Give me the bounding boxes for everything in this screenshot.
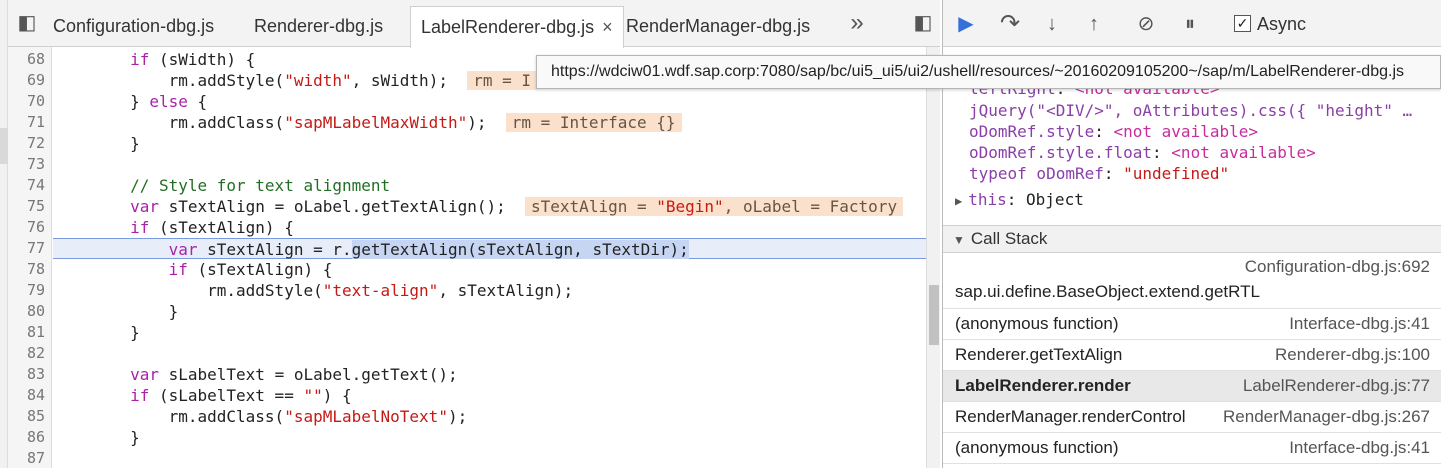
code-line[interactable]: } [53, 133, 926, 154]
scope-this-row[interactable]: ▶ this: Object [955, 189, 1084, 211]
async-label: Async [1257, 14, 1307, 34]
line-number[interactable]: 72 [27, 133, 45, 154]
watch-expression[interactable]: jQuery("<DIV/>", oAttributes).css({ "hei… [969, 100, 1412, 121]
watch-expression[interactable]: typeof oDomRef: "undefined" [969, 163, 1229, 184]
line-number[interactable]: 75 [27, 196, 45, 217]
code-line[interactable]: rm.addClass("sapMLabelNoText"); [53, 406, 926, 427]
tab-label: LabelRenderer-dbg.js [421, 17, 595, 37]
code-line[interactable]: var sTextAlign = oLabel.getTextAlign(); … [53, 196, 926, 217]
scope-this-value: Object [1026, 190, 1084, 209]
scope-this-key: this [968, 190, 1007, 209]
code-line[interactable]: } [53, 322, 926, 343]
line-number[interactable]: 78 [27, 259, 45, 280]
toggle-debugger-icon[interactable]: ◧ [910, 10, 936, 36]
call-frame-current[interactable]: LabelRenderer.render LabelRenderer-dbg.js… [943, 371, 1441, 402]
line-number[interactable]: 83 [27, 364, 45, 385]
call-frame-location[interactable]: Renderer-dbg.js:100 [1275, 345, 1430, 365]
tab-url-tooltip: https://wdciw01.wdf.sap.corp:7080/sap/bc… [536, 55, 1441, 89]
tab-renderer-dbg[interactable]: Renderer-dbg.js [254, 6, 383, 47]
call-frame-function: sap.ui.define.BaseObject.extend.getRTL [955, 282, 1260, 301]
call-frame[interactable]: Renderer.getTextAlign Renderer-dbg.js:100 [943, 340, 1441, 371]
line-number[interactable]: 69 [27, 70, 45, 91]
line-number[interactable]: 79 [27, 280, 45, 301]
tab-label: RenderManager-dbg.js [626, 16, 811, 36]
tab-label: Configuration-dbg.js [53, 16, 215, 36]
line-number[interactable]: 73 [27, 154, 45, 175]
call-frame[interactable]: sap.ui.define.BaseObject.extend.getRTL Co… [943, 253, 1441, 309]
line-number[interactable]: 71 [27, 112, 45, 133]
call-stack-header[interactable]: ▼ Call Stack [943, 225, 1441, 253]
editor-tab-bar: ◧ Configuration-dbg.js Renderer-dbg.js L… [8, 0, 940, 48]
navigator-edge [0, 0, 8, 468]
watch-expression[interactable]: oDomRef.style.float: <not available> [969, 142, 1316, 163]
line-number[interactable]: 85 [27, 406, 45, 427]
code-line[interactable] [53, 343, 926, 364]
code-line[interactable] [53, 448, 926, 468]
collapse-triangle-icon[interactable]: ▼ [953, 233, 965, 247]
line-number[interactable]: 81 [27, 322, 45, 343]
line-number[interactable]: 77 [27, 238, 45, 259]
navigator-edge-mark [0, 128, 8, 164]
call-frame-function: Renderer.getTextAlign [955, 345, 1123, 364]
code-line[interactable]: } [53, 427, 926, 448]
call-frame-location[interactable]: LabelRenderer-dbg.js:77 [1243, 376, 1430, 396]
call-frame-function: (anonymous function) [955, 314, 1119, 333]
code-line[interactable]: } [53, 301, 926, 322]
async-checkbox[interactable]: ✓ [1234, 15, 1251, 32]
code-line[interactable]: } else { [53, 91, 926, 112]
toggle-navigator-icon[interactable]: ◧ [14, 10, 40, 36]
step-over-icon[interactable]: ↷ [997, 11, 1023, 37]
pause-on-exceptions-icon[interactable]: ⏸ [1177, 11, 1203, 37]
resume-icon[interactable]: ▶ [953, 11, 979, 37]
step-out-icon[interactable]: ↑ [1081, 11, 1107, 37]
line-number-gutter[interactable]: 68 69 70 71 72 73 74 75 76 77 78 79 80 81 82 83 84 85 86 87… [8, 47, 52, 468]
line-number[interactable]: 76 [27, 217, 45, 238]
line-number[interactable]: 82 [27, 343, 45, 364]
watch-expression[interactable]: oDomRef.style: <not available> [969, 121, 1258, 142]
call-frame-location[interactable]: RenderManager-dbg.js:267 [1223, 407, 1430, 427]
tab-configuration-dbg[interactable]: Configuration-dbg.js [53, 6, 214, 47]
call-frame-function: LabelRenderer.render [955, 376, 1131, 395]
code-area[interactable]: if (sWidth) { rm.addStyle("width", sWidt… [53, 47, 926, 468]
code-line[interactable]: if (sTextAlign) { [53, 259, 926, 280]
scrollbar-thumb[interactable] [929, 285, 939, 345]
line-number[interactable]: 80 [27, 301, 45, 322]
line-number[interactable]: 84 [27, 385, 45, 406]
code-line[interactable]: var sLabelText = oLabel.getText(); [53, 364, 926, 385]
call-stack-title: Call Stack [970, 229, 1048, 248]
call-frame[interactable]: (anonymous function) Interface-dbg.js:41 [943, 433, 1441, 464]
step-into-icon[interactable]: ↓ [1039, 11, 1065, 37]
code-line[interactable]: // Style for text alignment [53, 175, 926, 196]
line-number[interactable]: 70 [27, 91, 45, 112]
line-number[interactable]: 86 [27, 427, 45, 448]
more-tabs-icon[interactable]: » [844, 10, 870, 36]
line-number[interactable]: 87 [27, 448, 45, 468]
current-execution-line[interactable]: var sTextAlign = r.getTextAlign(sTextAli… [53, 238, 926, 259]
call-frame[interactable]: RenderManager.renderControl RenderManager… [943, 402, 1441, 433]
call-frame-function: (anonymous function) [955, 438, 1119, 457]
line-number[interactable]: 68 [27, 49, 45, 70]
code-line[interactable] [53, 154, 926, 175]
close-tab-icon[interactable]: × [602, 7, 613, 48]
call-frame-location[interactable]: Interface-dbg.js:41 [1289, 438, 1430, 458]
code-line[interactable]: if (sLabelText == "") { [53, 385, 926, 406]
call-frame-location[interactable]: Interface-dbg.js:41 [1289, 314, 1430, 334]
line-number[interactable]: 74 [27, 175, 45, 196]
call-frame-function: RenderManager.renderControl [955, 407, 1186, 426]
deactivate-breakpoints-icon[interactable]: ⊘ [1133, 11, 1159, 37]
code-line[interactable]: if (sTextAlign) { [53, 217, 926, 238]
code-line[interactable]: rm.addStyle("text-align", sTextAlign); [53, 280, 926, 301]
editor-scrollbar[interactable] [926, 47, 940, 468]
expand-triangle-icon[interactable]: ▶ [955, 194, 962, 208]
call-frame-location[interactable]: Configuration-dbg.js:692 [1245, 257, 1430, 277]
debugger-toolbar: ▶ ↷ ↓ ↑ ⊘ ⏸ ✓ Async [943, 0, 1441, 47]
code-line[interactable]: rm.addClass("sapMLabelMaxWidth"); rm = I… [53, 112, 926, 133]
call-frame[interactable]: (anonymous function) Interface-dbg.js:41 [943, 309, 1441, 340]
tab-label: Renderer-dbg.js [254, 16, 384, 36]
tab-rendermanager-dbg[interactable]: RenderManager-dbg.js [626, 6, 810, 47]
tab-labelrenderer-dbg[interactable]: LabelRenderer-dbg.js × [410, 6, 624, 48]
